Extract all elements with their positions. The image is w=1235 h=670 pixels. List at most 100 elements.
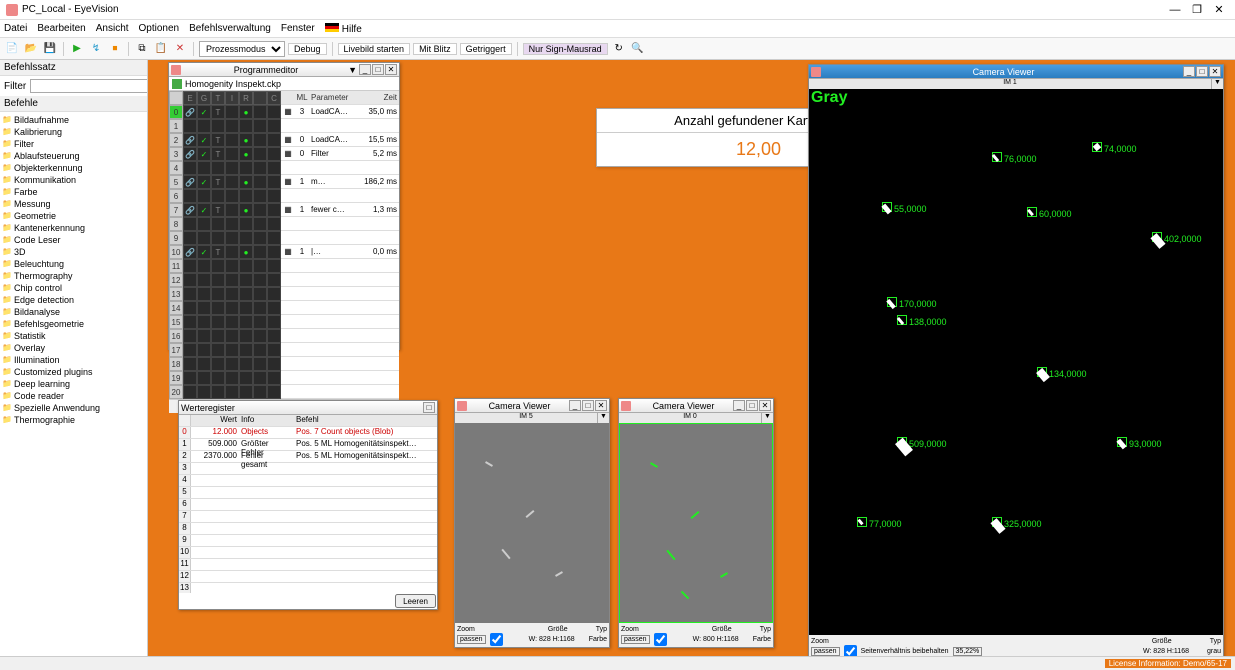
- prog-close-icon[interactable]: ✕: [385, 64, 397, 75]
- sidebar-item-4[interactable]: Objekterkennung: [0, 162, 147, 174]
- cam1-fit-check[interactable]: [490, 633, 503, 646]
- sidebar-item-18[interactable]: Statistik: [0, 330, 147, 342]
- caml-max-icon[interactable]: □: [1196, 66, 1208, 77]
- cam1-fit[interactable]: passen: [457, 635, 486, 644]
- sidebar-item-24[interactable]: Spezielle Anwendung: [0, 402, 147, 414]
- sidebar-item-25[interactable]: Thermographie: [0, 414, 147, 426]
- filter-input[interactable]: [30, 79, 148, 93]
- sidebar-item-3[interactable]: Ablaufsteuerung: [0, 150, 147, 162]
- livebild-button[interactable]: Livebild starten: [338, 43, 411, 55]
- sidebar-item-5[interactable]: Kommunikation: [0, 174, 147, 186]
- caml-sub-dd[interactable]: ▼: [1211, 79, 1223, 89]
- caml-sub: IM 1: [809, 79, 1211, 89]
- cam1-sub: IM 5: [455, 413, 597, 423]
- license-info: License Information: Demo/65-17: [1105, 659, 1231, 668]
- sidebar-item-11[interactable]: 3D: [0, 246, 147, 258]
- app-title: PC_Local - EyeVision: [22, 4, 119, 15]
- cam2-fit[interactable]: passen: [621, 635, 650, 644]
- filter-label: Filter: [4, 81, 26, 92]
- menu-fenster[interactable]: Fenster: [281, 23, 315, 34]
- gray-label: Gray: [811, 89, 847, 107]
- window-max[interactable]: ❐: [1187, 2, 1207, 18]
- blob-label: 325,0000: [1004, 519, 1042, 529]
- tb-copy-icon[interactable]: ⧉: [134, 41, 150, 57]
- sidebar-item-16[interactable]: Bildanalyse: [0, 306, 147, 318]
- caml-canvas[interactable]: Gray 76,000055,000074,000060,0000402,000…: [809, 89, 1223, 635]
- mode-select[interactable]: Prozessmodus: [199, 41, 285, 57]
- caml-fit[interactable]: passen: [811, 647, 840, 656]
- sidebar-item-6[interactable]: Farbe: [0, 186, 147, 198]
- tb-stop-icon[interactable]: ⏹: [107, 41, 123, 57]
- menu-datei[interactable]: Datei: [4, 23, 27, 34]
- sidebar-item-19[interactable]: Overlay: [0, 342, 147, 354]
- sidebar-item-0[interactable]: Bildaufnahme: [0, 114, 147, 126]
- tb-paste-icon[interactable]: 📋: [153, 41, 169, 57]
- menu-befehlsverwaltung[interactable]: Befehlsverwaltung: [189, 23, 271, 34]
- window-min[interactable]: —: [1165, 2, 1185, 18]
- wreg-max-icon[interactable]: □: [423, 402, 435, 413]
- sidebar-item-13[interactable]: Thermography: [0, 270, 147, 282]
- menu-optionen[interactable]: Optionen: [139, 23, 180, 34]
- caml-title: Camera Viewer: [824, 67, 1183, 77]
- tb-refresh-icon[interactable]: ↻: [611, 41, 627, 57]
- cam1-icon: [457, 401, 467, 411]
- sidebar-item-20[interactable]: Illumination: [0, 354, 147, 366]
- sidebar-item-2[interactable]: Filter: [0, 138, 147, 150]
- befehle-header: Befehle: [0, 96, 147, 112]
- cam1-sub-dd[interactable]: ▼: [597, 413, 609, 423]
- blob-label: 509,0000: [909, 439, 947, 449]
- prog-max-icon[interactable]: □: [372, 64, 384, 75]
- sidebar: Befehlssatz Filter Befehle BildaufnahmeK…: [0, 60, 148, 670]
- sidebar-item-10[interactable]: Code Leser: [0, 234, 147, 246]
- tb-save-icon[interactable]: 💾: [42, 41, 58, 57]
- cam2-sub: IM 0: [619, 413, 761, 423]
- wreg-clear-button[interactable]: Leeren: [395, 594, 436, 608]
- cam2-sub-dd[interactable]: ▼: [761, 413, 773, 423]
- cam1-canvas[interactable]: [455, 423, 609, 623]
- sidebar-item-15[interactable]: Edge detection: [0, 294, 147, 306]
- sidebar-item-8[interactable]: Geometrie: [0, 210, 147, 222]
- cam1-close-icon[interactable]: ✕: [595, 400, 607, 411]
- menu-hilfe[interactable]: Hilfe: [342, 24, 362, 35]
- cam2-fit-check[interactable]: [654, 633, 667, 646]
- prog-min-icon[interactable]: _: [359, 64, 371, 75]
- window-close[interactable]: ✕: [1209, 2, 1229, 18]
- blob-label: 93,0000: [1129, 439, 1162, 449]
- sidebar-item-1[interactable]: Kalibrierung: [0, 126, 147, 138]
- menu-ansicht[interactable]: Ansicht: [96, 23, 129, 34]
- getriggert-button[interactable]: Getriggert: [460, 43, 512, 55]
- tb-step-icon[interactable]: ↯: [88, 41, 104, 57]
- tb-run-icon[interactable]: ▶: [69, 41, 85, 57]
- sidebar-item-9[interactable]: Kantenerkennung: [0, 222, 147, 234]
- sidebar-item-23[interactable]: Code reader: [0, 390, 147, 402]
- file-icon: [172, 79, 182, 89]
- tb-new-icon[interactable]: 📄: [4, 41, 20, 57]
- sidebar-item-21[interactable]: Customized plugins: [0, 366, 147, 378]
- cam-small-1: Camera Viewer _□✕ IM 5▼ ZoomGrößeTyp pas…: [454, 398, 610, 648]
- sidebar-item-17[interactable]: Befehlsgeometrie: [0, 318, 147, 330]
- tb-search-icon[interactable]: 🔍: [630, 41, 646, 57]
- cam1-min-icon[interactable]: _: [569, 400, 581, 411]
- tb-delete-icon[interactable]: ✕: [172, 41, 188, 57]
- cam1-max-icon[interactable]: □: [582, 400, 594, 411]
- tb-open-icon[interactable]: 📂: [23, 41, 39, 57]
- nursign-button[interactable]: Nur Sign-Mausrad: [523, 43, 608, 55]
- sidebar-item-7[interactable]: Messung: [0, 198, 147, 210]
- blob-label: 402,0000: [1164, 234, 1202, 244]
- cam2-min-icon[interactable]: _: [733, 400, 745, 411]
- sidebar-item-14[interactable]: Chip control: [0, 282, 147, 294]
- cam2-max-icon[interactable]: □: [746, 400, 758, 411]
- mitblitz-button[interactable]: Mit Blitz: [413, 43, 457, 55]
- menubar: Datei Bearbeiten Ansicht Optionen Befehl…: [0, 20, 1235, 38]
- debug-button[interactable]: Debug: [288, 43, 327, 55]
- sidebar-item-12[interactable]: Beleuchtung: [0, 258, 147, 270]
- wertregister-window: Werteregister □ WertInfoBefehl012.000Obj…: [178, 400, 438, 610]
- menu-bearbeiten[interactable]: Bearbeiten: [37, 23, 85, 34]
- cam2-close-icon[interactable]: ✕: [759, 400, 771, 411]
- caml-close-icon[interactable]: ✕: [1209, 66, 1221, 77]
- caml-min-icon[interactable]: _: [1183, 66, 1195, 77]
- sidebar-item-22[interactable]: Deep learning: [0, 378, 147, 390]
- caml-icon: [811, 67, 821, 77]
- cam2-canvas[interactable]: [619, 423, 773, 623]
- prog-icon: [171, 65, 181, 75]
